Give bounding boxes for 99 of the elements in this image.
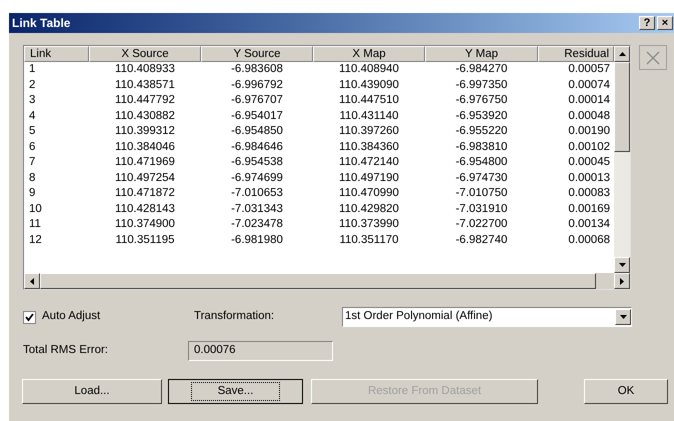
table-cell-text: -6.996792: [230, 78, 284, 92]
table-cell-text: 110.470990: [338, 186, 400, 201]
table-cell-text: 110.374900: [114, 217, 176, 232]
table-cell-text: 110.471969: [114, 155, 176, 170]
save-button[interactable]: Save...: [168, 379, 303, 404]
down-arrow-icon: [618, 263, 626, 267]
up-arrow-icon: [618, 52, 626, 56]
table-cell-text: 0.00134: [567, 217, 611, 232]
right-arrow-icon: [620, 278, 624, 284]
column-header[interactable]: X Source: [89, 46, 201, 62]
table-cell-text: 110.497254: [114, 170, 176, 186]
table-cell-text: 5: [28, 124, 36, 139]
table-cell-text: 4: [28, 108, 36, 124]
check-icon: [25, 312, 34, 322]
ok-button[interactable]: OK: [584, 379, 668, 404]
table-cell-text: -7.031343: [230, 202, 284, 216]
auto-adjust-label: Auto Adjust: [42, 309, 100, 324]
column-header[interactable]: Residual: [538, 46, 614, 62]
table-cell-text: -6.984270: [454, 62, 508, 77]
table-cell-text: -6.981980: [230, 232, 284, 248]
table-cell-text: 0.00045: [567, 155, 611, 170]
table-cell-text: 110.438571: [114, 78, 176, 92]
table-cell-text: 3: [28, 93, 36, 108]
table-cell-text: 8: [28, 170, 36, 186]
table-cell-text: 0.00068: [567, 232, 611, 248]
table-cell-text: 1: [28, 62, 36, 77]
table-cell-text: -6.954017: [230, 108, 284, 124]
table-cell-text: -7.022700: [454, 217, 508, 232]
table-cell-text: 110.373990: [338, 217, 400, 232]
table-cell-text: 110.447510: [338, 93, 400, 108]
transformation-dropdown[interactable]: 1st Order Polynomial (Affine): [342, 307, 632, 327]
table-cell-text: 0.00057: [567, 62, 611, 77]
table-cell-text: 10: [28, 202, 43, 216]
table-cell-text: 110.429820: [338, 202, 400, 216]
table-cell-text: -7.031910: [454, 202, 508, 216]
table-cell-text: -7.023478: [230, 217, 284, 232]
table-cell-text: 110.399312: [114, 124, 176, 139]
table-cell-text: -6.983608: [230, 62, 284, 77]
table-cell-text: 110.472140: [338, 155, 400, 170]
table-cell-text: 110.430882: [114, 108, 176, 124]
table-cell-text: -6.953920: [454, 108, 508, 124]
table-cell-text: 0.00014: [567, 93, 611, 108]
window-title: Link Table: [12, 15, 70, 32]
table-cell-text: 9: [28, 186, 36, 201]
table-cell-text: -6.954850: [230, 124, 284, 139]
table-cell-text: 110.384360: [338, 140, 400, 154]
auto-adjust-checkbox[interactable]: [23, 310, 36, 324]
table-cell-text: 11: [28, 217, 42, 232]
table-cell-text: 110.408933: [114, 62, 176, 77]
table-cell-text: 110.428143: [114, 202, 176, 216]
table-cell-text: 110.447792: [114, 93, 176, 108]
table-cell-text: 110.497190: [338, 170, 400, 186]
table-cell-text: 110.471872: [114, 186, 176, 201]
load-button[interactable]: Load...: [22, 379, 162, 404]
column-header[interactable]: X Map: [313, 46, 425, 62]
table-cell-text: -6.955220: [454, 124, 508, 139]
table-cell-text: 0.00190: [567, 124, 611, 139]
table-cell-text: -6.954800: [454, 155, 508, 170]
column-header[interactable]: Link: [24, 46, 89, 62]
table-cell-text: 0.00013: [567, 170, 611, 186]
table-cell-text: 0.00169: [567, 202, 611, 216]
table-cell-text: 110.431140: [338, 108, 400, 124]
table-cell-text: 110.397260: [338, 124, 400, 139]
column-header[interactable]: Y Source: [201, 46, 313, 62]
table-cell-text: 2: [28, 78, 36, 92]
table-cell-text: -7.010653: [230, 186, 284, 201]
help-button[interactable]: ?: [639, 16, 655, 30]
dropdown-arrow-icon: [620, 315, 626, 319]
close-icon: [646, 50, 660, 64]
close-button[interactable]: ×: [657, 16, 673, 30]
table-cell-text: -6.982740: [454, 232, 508, 248]
table-cell-text: 0.00083: [567, 186, 611, 201]
left-arrow-icon: [30, 278, 34, 284]
total-rms-error-label: Total RMS Error:: [23, 343, 109, 358]
table-cell-text: -7.010750: [454, 186, 508, 201]
table-cell-text: -6.976707: [230, 93, 284, 108]
table-cell-text: 110.384046: [114, 140, 176, 154]
table-cell-text: -6.954538: [230, 155, 284, 170]
column-header[interactable]: Y Map: [425, 46, 538, 62]
transformation-label: Transformation:: [194, 309, 276, 324]
table-cell-text: -6.997350: [454, 78, 508, 92]
scroll-thumb[interactable]: [614, 62, 630, 152]
table-cell-text: 0.00074: [567, 78, 611, 92]
table-cell-text: 6: [28, 140, 36, 154]
table-cell-text: 12: [28, 232, 43, 248]
vertical-scrollbar[interactable]: [614, 46, 630, 273]
table-cell-text: -6.984646: [230, 140, 284, 154]
table-cell-text: 110.351170: [338, 232, 400, 248]
table-cell-text: 0.00102: [567, 140, 611, 154]
table-cell-text: -6.983810: [454, 140, 508, 154]
table-cell-text: -6.976750: [454, 93, 508, 108]
table-cell-text: 110.408940: [338, 62, 400, 77]
table-cell-text: 110.439090: [338, 78, 400, 92]
rms-error-field: 0.00076: [188, 341, 333, 361]
table-cell-text: -6.974699: [230, 170, 284, 186]
table-cell-text: 110.351195: [114, 232, 176, 248]
table-cell-text: -6.974730: [454, 170, 508, 186]
table-cell-text: 7: [28, 155, 36, 170]
table-cell-text: 0.00048: [567, 108, 611, 124]
